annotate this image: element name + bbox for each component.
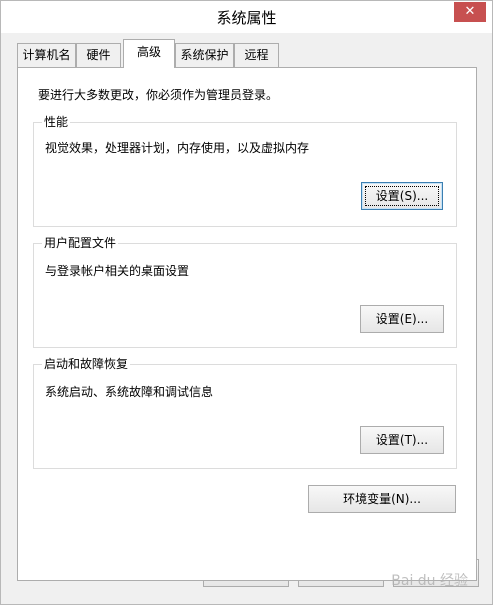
- tab-system-protection[interactable]: 系统保护: [175, 43, 234, 67]
- tab-label: 高级: [136, 45, 161, 59]
- tab-label: 计算机名: [22, 48, 71, 62]
- startup-recovery-group-title: 启动和故障恢复: [42, 357, 131, 371]
- user-profiles-settings-button[interactable]: 设置(E)...: [360, 305, 444, 333]
- tab-label: 系统保护: [180, 48, 229, 62]
- close-button[interactable]: ✕: [454, 2, 486, 22]
- user-profiles-description: 与登录帐户相关的桌面设置: [45, 264, 190, 278]
- advanced-tab-panel: 要进行大多数更改，你必须作为管理员登录。 性能 视觉效果，处理器计划，内存使用，…: [17, 67, 477, 581]
- performance-group-title: 性能: [42, 115, 71, 129]
- startup-recovery-description: 系统启动、系统故障和调试信息: [45, 385, 214, 399]
- performance-description: 视觉效果，处理器计划，内存使用，以及虚拟内存: [45, 141, 310, 155]
- admin-notice: 要进行大多数更改，你必须作为管理员登录。: [38, 88, 279, 102]
- tab-remote[interactable]: 远程: [234, 43, 279, 67]
- title-bar[interactable]: 系统属性 ✕: [1, 1, 492, 33]
- baidu-watermark: Bai du 经验: [391, 573, 468, 589]
- tab-computer-name[interactable]: 计算机名: [17, 43, 76, 67]
- window-title: 系统属性: [216, 9, 277, 27]
- tab-hardware[interactable]: 硬件: [76, 43, 121, 67]
- environment-variables-button[interactable]: 环境变量(N)...: [308, 485, 456, 513]
- user-profiles-group-title: 用户配置文件: [42, 236, 119, 250]
- tab-label: 硬件: [86, 48, 111, 62]
- performance-group: 性能 视觉效果，处理器计划，内存使用，以及虚拟内存 设置(S)...: [33, 115, 457, 227]
- startup-recovery-settings-button[interactable]: 设置(T)...: [360, 426, 444, 454]
- dialog-body: 计算机名 硬件 高级 系统保护 远程 要进行大多数更改，你必须作为管理员登录。 …: [1, 33, 492, 604]
- system-properties-window: 系统属性 ✕ 计算机名 硬件 高级 系统保护 远程 要进行大多数更改，你必须作为…: [0, 0, 493, 605]
- tab-label: 远程: [244, 48, 269, 62]
- tab-advanced[interactable]: 高级: [123, 39, 175, 68]
- startup-recovery-group: 启动和故障恢复 系统启动、系统故障和调试信息 设置(T)...: [33, 357, 457, 469]
- performance-settings-button[interactable]: 设置(S)...: [361, 182, 443, 210]
- close-icon: ✕: [464, 4, 476, 19]
- user-profiles-group: 用户配置文件 与登录帐户相关的桌面设置 设置(E)...: [33, 236, 457, 348]
